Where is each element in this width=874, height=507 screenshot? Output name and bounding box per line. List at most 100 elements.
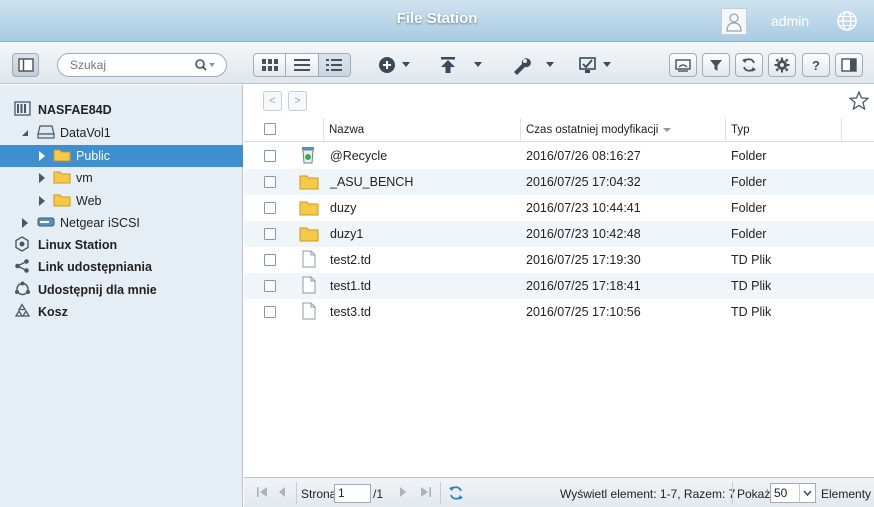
filter-button[interactable] [702,53,730,77]
user-avatar-icon[interactable] [721,8,747,35]
items-summary: Wyświetl element: 1-7, Razem: 7 [560,487,736,501]
row-checkbox[interactable] [264,176,276,188]
iscsi-disk-icon [37,216,55,231]
table-row[interactable]: duzy1 2016/07/23 10:42:48 Folder [244,221,874,247]
file-name[interactable]: @Recycle [330,149,387,163]
tree-item-web[interactable]: Web [0,190,243,212]
upload-button[interactable] [437,53,487,77]
title-bar: File Station admin [0,0,874,42]
column-header-type[interactable]: Typ [725,118,841,142]
row-checkbox[interactable] [264,254,276,266]
file-list-panel: < > Nazwa Czas ostatniej modyfikacji Typ… [244,85,874,477]
page-number-input[interactable]: 1 [334,484,371,503]
tree-item-share-link[interactable]: Link udostępniania [0,256,243,278]
row-checkbox[interactable] [264,306,276,318]
page-size-select[interactable]: 50 [770,483,816,503]
settings-button[interactable] [768,53,796,77]
table-row[interactable]: _ASU_BENCH 2016/07/25 17:04:32 Folder [244,169,874,195]
file-name[interactable]: test2.td [330,253,371,267]
items-label: Elementy [821,487,872,501]
info-panel-button[interactable] [835,53,863,77]
file-modified: 2016/07/25 17:04:32 [526,175,641,189]
help-button[interactable]: ? [802,53,830,77]
search-icon[interactable] [194,58,216,75]
tree-item-label: Public [76,149,111,163]
divider [440,482,441,504]
tree-item-vm[interactable]: vm [0,167,243,189]
share-button[interactable] [577,53,615,77]
table-row[interactable]: test1.td 2016/07/25 17:18:41 TD Plik [244,273,874,299]
favorite-star-icon[interactable] [848,90,870,113]
table-row[interactable]: duzy 2016/07/23 10:44:41 Folder [244,195,874,221]
tree-item-linux-station[interactable]: Linux Station [0,234,243,256]
prev-page-icon[interactable] [277,486,287,501]
file-name[interactable]: test1.td [330,279,371,293]
file-type: Folder [731,175,767,189]
divider [296,482,297,504]
row-checkbox[interactable] [264,280,276,292]
tools-button[interactable] [510,53,560,77]
row-checkbox[interactable] [264,202,276,214]
globe-icon[interactable] [836,10,858,32]
collapsed-arrow-icon[interactable] [37,196,47,206]
expanded-arrow-icon[interactable] [20,128,30,138]
file-type: TD Plik [731,253,772,267]
search-input[interactable] [70,58,190,72]
tree-item-shared-with-me[interactable]: Udostępnij dla mnie [0,279,243,301]
file-name[interactable]: test3.td [330,305,371,319]
refresh-button[interactable] [735,53,763,77]
collapsed-arrow-icon[interactable] [20,218,30,228]
pagination-bar: Strona 1 /1 Wyświetl element: 1-7, Razem… [244,477,874,507]
wrench-icon [514,58,554,75]
tree-item-datavol1[interactable]: DataVol1 [0,122,243,144]
table-row[interactable]: @Recycle 2016/07/26 08:16:27 Folder [244,143,874,169]
user-name[interactable]: admin [771,13,809,29]
column-header-name[interactable]: Nazwa [323,118,520,142]
list-view-button[interactable] [286,54,319,76]
detail-view-button[interactable] [318,54,350,76]
file-name[interactable]: _ASU_BENCH [330,175,413,189]
file-name[interactable]: duzy [330,201,356,215]
create-button[interactable] [374,53,414,77]
thumbnail-view-button[interactable] [254,54,287,76]
table-row[interactable]: test2.td 2016/07/25 17:19:30 TD Plik [244,247,874,273]
cast-icon [675,59,691,72]
file-modified: 2016/07/25 17:18:41 [526,279,641,293]
question-icon: ? [812,57,820,73]
tree-item-trash[interactable]: Kosz [0,301,243,323]
remote-mount-button[interactable] [669,53,697,77]
tree-item-label: NASFAE84D [38,103,112,117]
tree-item-public[interactable]: Public [0,145,243,167]
search-box[interactable] [57,53,227,77]
back-button[interactable]: < [263,91,282,111]
column-header-extra[interactable] [841,118,874,142]
column-header-modified[interactable]: Czas ostatniej modyfikacji [520,118,725,142]
tree-item-label: vm [76,171,93,185]
tree-item-nas[interactable]: NASFAE84D [0,99,243,121]
disk-icon [37,124,55,142]
collapsed-arrow-icon[interactable] [37,173,47,183]
file-icon [302,250,316,271]
recycle-icon [14,302,31,322]
last-page-icon[interactable] [420,486,432,501]
toggle-sidebar-button[interactable] [12,53,39,77]
filter-icon [710,60,722,71]
forward-button[interactable]: > [288,91,307,111]
file-name[interactable]: duzy1 [330,227,363,241]
select-all-checkbox[interactable] [264,123,276,135]
chevron-down-icon[interactable] [799,484,815,502]
table-row[interactable]: test3.td 2016/07/25 17:10:56 TD Plik [244,299,874,325]
row-checkbox[interactable] [264,228,276,240]
collapsed-arrow-icon[interactable] [37,151,47,161]
folder-icon [299,174,319,193]
first-page-icon[interactable] [256,486,268,501]
file-modified: 2016/07/26 08:16:27 [526,149,641,163]
reload-icon[interactable] [448,485,464,504]
folder-icon [53,193,71,210]
tree-item-netgear-iscsi[interactable]: Netgear iSCSI [0,212,243,234]
detail-list-icon [326,59,343,71]
row-checkbox[interactable] [264,150,276,162]
next-page-icon[interactable] [398,486,408,501]
view-mode-group [253,53,351,77]
toolbar: ? [0,42,874,84]
